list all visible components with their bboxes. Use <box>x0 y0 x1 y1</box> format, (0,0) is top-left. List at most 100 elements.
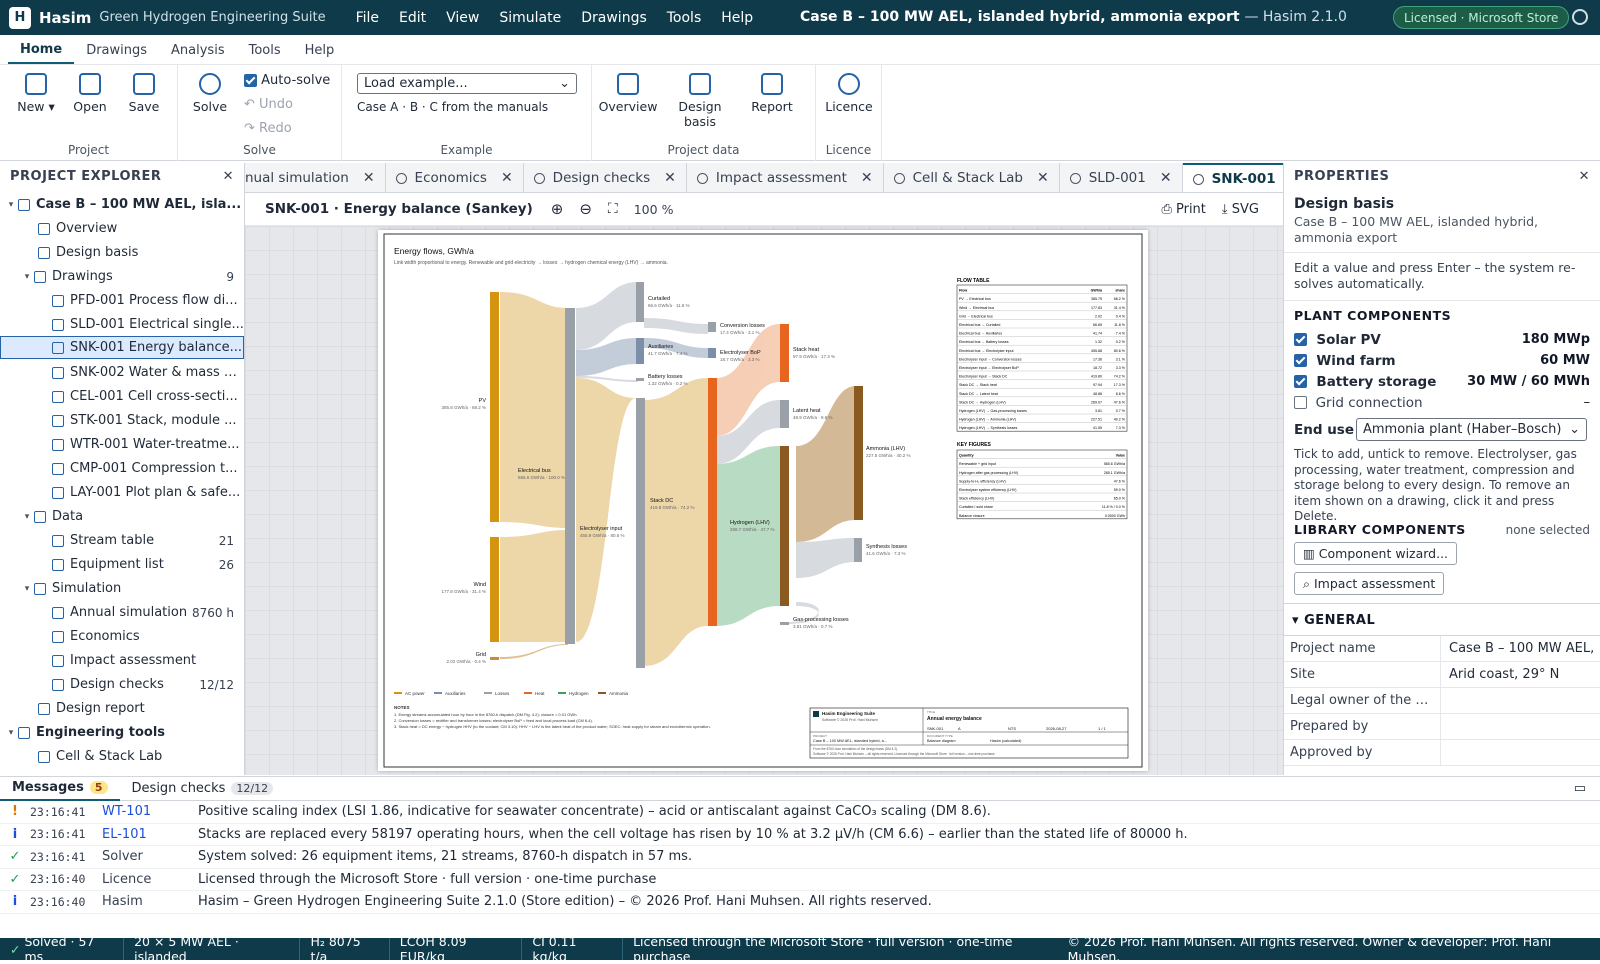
doc-tab-impact-assessment[interactable]: Impact assessment ✕ <box>687 163 884 192</box>
table-cell: 41.55 <box>1093 426 1102 430</box>
doc-tab-design-checks[interactable]: Design checks ✕ <box>524 163 687 192</box>
menu-simulate[interactable]: Simulate <box>489 10 571 26</box>
group-label: Solve <box>243 143 276 157</box>
tree-item-sld-001[interactable]: SLD-001 Electrical single... <box>0 313 244 336</box>
tree-item-impact-assessment[interactable]: Impact assessment <box>0 649 244 672</box>
save-button[interactable]: Save <box>116 73 172 114</box>
tab-design-checks[interactable]: Design checks 12/12 <box>120 777 286 801</box>
tree-item-drawings[interactable]: ▾ Drawings 9 <box>0 265 244 288</box>
doc-tab-cell-stack-lab[interactable]: Cell & Stack Lab ✕ <box>884 163 1060 192</box>
general-section-header[interactable]: ▾ GENERAL <box>1292 613 1375 628</box>
tree-item-design-basis[interactable]: Design basis <box>0 241 244 264</box>
tab-messages[interactable]: Messages 5 <box>0 777 120 801</box>
print-button[interactable]: ⎙ Print <box>1161 202 1205 217</box>
tree-item-stream-table[interactable]: Stream table 21 <box>0 529 244 552</box>
close-icon[interactable]: ✕ <box>1160 170 1172 186</box>
zoom-in-icon[interactable]: ⊕ <box>551 200 564 218</box>
tree-item-snk-002[interactable]: SNK-002 Water & mass b... <box>0 361 244 384</box>
tree-item-equipment-list[interactable]: Equipment list 26 <box>0 553 244 576</box>
prop-row-legal-owner[interactable]: Legal owner of the d... <box>1284 688 1600 714</box>
end-use-select[interactable]: Ammonia plant (Haber–Bosch) ⌄ <box>1356 418 1587 441</box>
solve-button[interactable]: Solve <box>182 73 238 114</box>
tree-item-cel-001[interactable]: CEL-001 Cell cross-secti... <box>0 385 244 408</box>
component-wizard-button[interactable]: ▥ Component wizard... <box>1294 542 1458 565</box>
overview-button[interactable]: Overview <box>598 73 658 114</box>
message-row[interactable]: ! 23:16:41 WT-101 Positive scaling index (L… <box>0 801 1600 824</box>
doc-tab-snk-001[interactable]: SNK-001✕ <box>1182 163 1283 192</box>
menu-edit[interactable]: Edit <box>389 10 436 26</box>
tree-item-snk-001[interactable]: SNK-001 Energy balance... <box>0 336 244 359</box>
close-icon[interactable]: ✕ <box>501 170 513 186</box>
theme-toggle-icon[interactable] <box>1572 9 1588 25</box>
tree-item-data[interactable]: ▾ Data <box>0 505 244 528</box>
ribbon-tab-home[interactable]: Home <box>8 36 75 64</box>
compressor-icon <box>52 462 64 475</box>
component-grid-connection[interactable]: Grid connection – <box>1294 392 1590 413</box>
undo-button[interactable]: ↶ Undo <box>244 97 293 112</box>
component-wind-farm[interactable]: Wind farm 60 MW <box>1294 350 1590 371</box>
group-label: Example <box>440 143 493 157</box>
prop-row-project-name[interactable]: Project name Case B – 100 MW AEL, <box>1284 636 1600 662</box>
tree-item-simulation[interactable]: ▾ Simulation <box>0 577 244 600</box>
tree-item-cmp-001[interactable]: CMP-001 Compression t... <box>0 457 244 480</box>
impact-assessment-button[interactable]: ⌕ Impact assessment <box>1294 572 1445 595</box>
message-row[interactable]: ✓ 23:16:40 Licence Licensed through the Mic… <box>0 869 1600 891</box>
ribbon-tab-drawings[interactable]: Drawings <box>74 37 159 64</box>
tree-item-economics[interactable]: Economics <box>0 625 244 648</box>
message-row[interactable]: i 23:16:40 Hasim Hasim – Green Hydrogen Eng… <box>0 891 1600 914</box>
ribbon-tab-tools[interactable]: Tools <box>237 37 293 64</box>
prop-row-site[interactable]: Site Arid coast, 29° N <box>1284 662 1600 688</box>
doc-tab-economics[interactable]: Economics ✕ <box>386 163 524 192</box>
component-battery-storage[interactable]: Battery storage 30 MW / 60 MWh <box>1294 371 1590 392</box>
close-icon[interactable]: ✕ <box>363 170 375 186</box>
menu-drawings[interactable]: Drawings <box>571 10 657 26</box>
design-basis-button[interactable]: Design basis <box>672 73 728 129</box>
tree-item-stk-001[interactable]: STK-001 Stack, module ... <box>0 409 244 432</box>
license-badge[interactable]: Licensed · Microsoft Store <box>1393 6 1570 29</box>
ribbon-tab-help[interactable]: Help <box>293 37 347 64</box>
menu-file[interactable]: File <box>346 10 389 26</box>
link-pv-bus <box>500 292 568 528</box>
open-button[interactable]: Open <box>62 73 118 114</box>
tree-item-design-report[interactable]: Design report <box>0 697 244 720</box>
tb-project: Case B – 100 MW AEL, islanded hybrid, a.… <box>813 739 887 743</box>
tree-item-annual-simulation[interactable]: Annual simulation 8760 h <box>0 601 244 624</box>
drawing-canvas[interactable]: Energy flows, GWh/a Link width proportio… <box>245 226 1283 775</box>
menu-tools[interactable]: Tools <box>657 10 712 26</box>
tree-item-lay-001[interactable]: LAY-001 Plot plan & safe... <box>0 481 244 504</box>
close-icon[interactable]: ✕ <box>1037 170 1049 186</box>
tree-item-pfd-001[interactable]: PFD-001 Process flow di... <box>0 289 244 312</box>
licence-button[interactable]: Licence <box>820 73 878 114</box>
tree-item-design-checks[interactable]: Design checks 12/12 <box>0 673 244 696</box>
tree-root[interactable]: ▾ Case B – 100 MW AEL, isla... <box>0 193 244 216</box>
table-cell: 455.88 <box>1091 349 1102 353</box>
new-button[interactable]: New ▾ <box>8 73 64 114</box>
close-icon[interactable]: ✕ <box>861 170 873 186</box>
menu-help[interactable]: Help <box>711 10 763 26</box>
component-solar-pv[interactable]: Solar PV 180 MWp <box>1294 329 1590 350</box>
prop-row-prepared-by[interactable]: Prepared by <box>1284 714 1600 740</box>
close-icon[interactable]: ✕ <box>664 170 676 186</box>
close-icon[interactable]: ✕ <box>223 169 234 184</box>
menu-view[interactable]: View <box>436 10 489 26</box>
message-row[interactable]: ✓ 23:16:41 Solver System solved: 26 equipme… <box>0 846 1600 869</box>
message-row[interactable]: i 23:16:41 EL-101 Stacks are replaced every… <box>0 824 1600 846</box>
fit-icon[interactable]: ⛶ <box>608 201 618 217</box>
table-cell: 66.65 <box>1093 323 1102 327</box>
tree-item-overview[interactable]: Overview <box>0 217 244 240</box>
example-select[interactable]: Load example... ⌄ <box>357 73 577 94</box>
svg-export-button[interactable]: ⤓ SVG <box>1222 202 1259 217</box>
ribbon-tab-analysis[interactable]: Analysis <box>159 37 237 64</box>
panel-toggle-icon[interactable]: ▭ <box>1574 781 1586 796</box>
tree-item-engineering-tools[interactable]: ▾ Engineering tools <box>0 721 244 744</box>
prop-row-approved-by[interactable]: Approved by <box>1284 740 1600 766</box>
autosolve-checkbox[interactable]: Auto-solve <box>244 73 330 88</box>
zoom-out-icon[interactable]: ⊖ <box>579 200 592 218</box>
redo-button[interactable]: ↷ Redo <box>244 121 292 136</box>
tree-item-cell-stack-lab[interactable]: Cell & Stack Lab <box>0 745 244 768</box>
close-icon[interactable]: ✕ <box>1579 169 1590 184</box>
doc-tab-sld-001[interactable]: SLD-001 ✕ <box>1060 163 1183 192</box>
tree-item-wtr-001[interactable]: WTR-001 Water-treatme... <box>0 433 244 456</box>
report-button[interactable]: Report <box>744 73 800 114</box>
doc-tab-annual-simulation[interactable]: nual simulation ✕ <box>245 163 386 192</box>
